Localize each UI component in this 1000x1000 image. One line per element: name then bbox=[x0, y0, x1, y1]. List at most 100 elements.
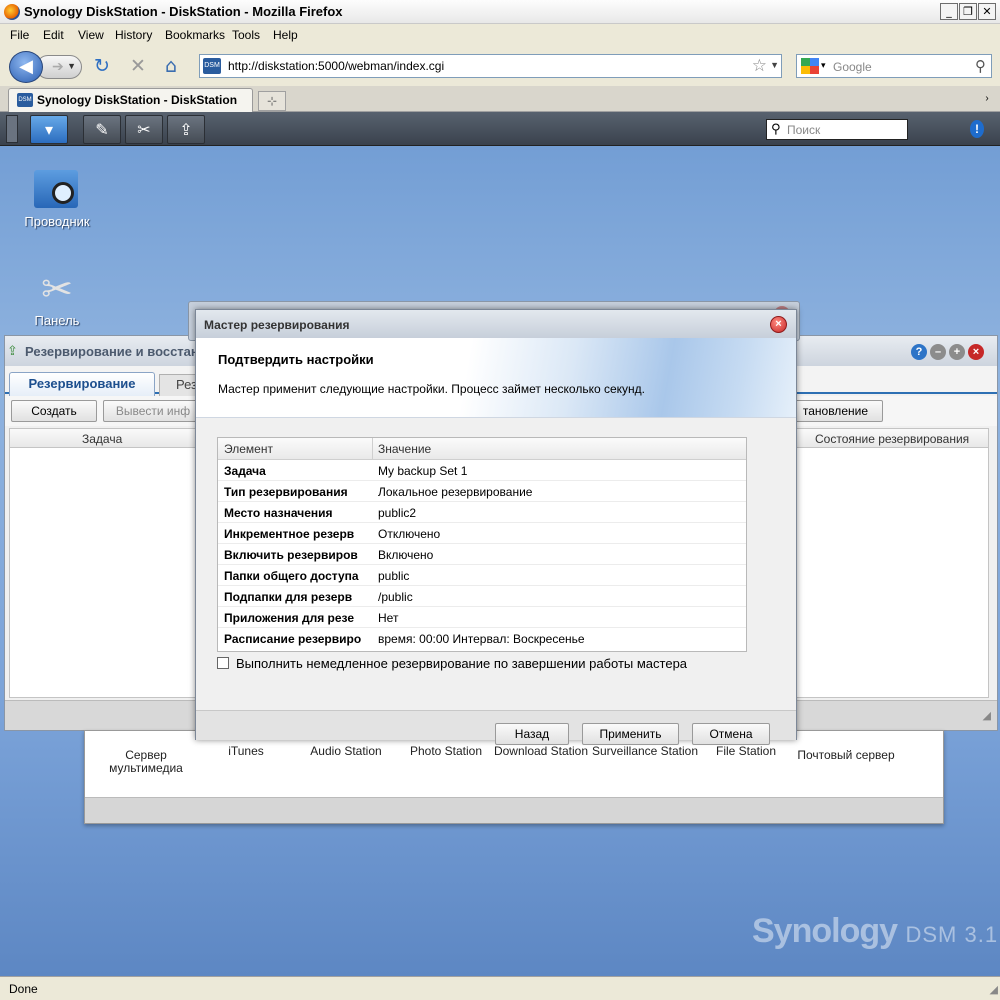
table-row: Подпапки для резерв/public bbox=[218, 586, 746, 607]
main-menu-button[interactable]: ▾ bbox=[30, 115, 68, 144]
reload-icon[interactable]: ↻ bbox=[94, 55, 110, 77]
notification-icon[interactable]: ! bbox=[970, 120, 984, 138]
resize-grip-icon[interactable]: ◢ bbox=[983, 709, 991, 722]
dsm-desktop: ▾ ✎ ✂ ⇪ ⚲ Поиск ! Проводник ✂ Панель ⇪ Р… bbox=[0, 112, 1000, 976]
minimize-icon[interactable]: – bbox=[930, 344, 946, 360]
table-row: Задача My backup Set 1 bbox=[218, 460, 746, 481]
menu-item-download-station[interactable]: Download Station bbox=[491, 745, 591, 758]
tab-restore[interactable]: Рез bbox=[159, 374, 199, 396]
status-bar: Done ◢ bbox=[0, 976, 1000, 1000]
search-icon[interactable]: ⚲ bbox=[975, 57, 986, 75]
immediate-backup-label[interactable]: Выполнить немедленное резервирование по … bbox=[236, 656, 687, 671]
dsm-search-placeholder: Поиск bbox=[787, 123, 821, 137]
main-menu-footer bbox=[85, 797, 943, 823]
restore-button[interactable]: тановление bbox=[787, 400, 883, 422]
desktop-icon-label: Панель bbox=[34, 313, 80, 328]
tab-backup[interactable]: Резервирование bbox=[9, 372, 155, 396]
home-icon[interactable]: ⌂ bbox=[165, 55, 177, 77]
cancel-button[interactable]: Отмена bbox=[692, 723, 770, 745]
wizard-header: Мастер резервирования × bbox=[196, 310, 796, 338]
apply-button[interactable]: Применить bbox=[582, 723, 679, 745]
navigation-toolbar: ➔ ▼ ◀ ↻ ✕ ⌂ DSM http://diskstation:5000/w… bbox=[0, 46, 1000, 86]
menu-bookmarks[interactable]: Bookmarks bbox=[165, 28, 225, 42]
bookmark-star-icon[interactable]: ☆ bbox=[752, 56, 767, 76]
dsm-search-field[interactable]: ⚲ Поиск bbox=[766, 119, 908, 140]
tab-favicon-icon: DSM bbox=[17, 93, 33, 107]
tab-scroll-icon[interactable]: › bbox=[980, 89, 994, 109]
web-search-placeholder: Google bbox=[833, 60, 872, 74]
help-icon[interactable]: ? bbox=[911, 344, 927, 360]
menu-item-media-server[interactable]: Сервер мультимедиа bbox=[91, 749, 201, 775]
menu-help[interactable]: Help bbox=[273, 28, 298, 42]
stop-icon[interactable]: ✕ bbox=[130, 55, 146, 77]
menu-bar: File Edit View History Bookmarks Tools H… bbox=[0, 24, 1000, 46]
menu-edit[interactable]: Edit bbox=[43, 28, 64, 42]
menu-tools[interactable]: Tools bbox=[232, 28, 260, 42]
google-icon[interactable] bbox=[801, 58, 819, 74]
url-dropdown-icon[interactable]: ▼ bbox=[770, 60, 779, 70]
synology-logo: Synology DSM 3.1 bbox=[752, 912, 999, 950]
browser-tab[interactable]: DSM Synology DiskStation - DiskStation bbox=[8, 88, 253, 112]
table-row: Папки общего доступа public bbox=[218, 565, 746, 586]
menu-item-itunes[interactable]: iTunes bbox=[191, 745, 301, 758]
menu-history[interactable]: History bbox=[115, 28, 152, 42]
tab-title: Synology DiskStation - DiskStation bbox=[37, 93, 238, 107]
table-row: Место назначения public2 bbox=[218, 502, 746, 523]
wizard-banner: Подтвердить настройки Мастер применит сл… bbox=[196, 338, 796, 418]
table-row: Включить резервиров Включено bbox=[218, 544, 746, 565]
menu-item-audio-station[interactable]: Audio Station bbox=[291, 745, 401, 758]
menu-view[interactable]: View bbox=[78, 28, 104, 42]
wizard-close-icon[interactable]: × bbox=[770, 316, 787, 333]
back-button[interactable]: ◀ bbox=[9, 51, 43, 83]
desktop-icon-panel[interactable]: ✂ Панель bbox=[7, 267, 107, 328]
summary-table-header: Элемент Значение bbox=[218, 438, 746, 460]
backup-app-small-icon: ⇪ bbox=[7, 343, 18, 358]
close-icon[interactable]: × bbox=[968, 344, 984, 360]
wizard-title: Мастер резервирования bbox=[204, 318, 350, 332]
column-task[interactable]: Задача bbox=[82, 432, 122, 446]
browser-title-bar: Synology DiskStation - DiskStation - Moz… bbox=[0, 0, 1000, 24]
menu-item-file-station[interactable]: File Station bbox=[691, 745, 801, 758]
maximize-icon[interactable]: + bbox=[949, 344, 965, 360]
table-row: Инкрементное резерв Отключено bbox=[218, 523, 746, 544]
immediate-backup-checkbox[interactable] bbox=[217, 657, 229, 669]
menu-file[interactable]: File bbox=[10, 28, 29, 42]
create-button[interactable]: Создать bbox=[11, 400, 97, 422]
backup-window-title: Резервирование и восстан bbox=[25, 344, 199, 359]
column-element: Элемент bbox=[224, 442, 273, 456]
search-engine-dropdown-icon[interactable]: ▾ bbox=[821, 60, 826, 71]
forward-arrow-icon: ➔ bbox=[52, 58, 64, 74]
restore-button[interactable]: ❐ bbox=[959, 3, 977, 20]
menu-item-surveillance-station[interactable]: Surveillance Station bbox=[591, 745, 699, 758]
table-row: Тип резервирования Локальное резервирован… bbox=[218, 481, 746, 502]
menu-item-mail-server[interactable]: Почтовый сервер bbox=[791, 749, 901, 762]
control-panel-tools-icon[interactable]: ✂ bbox=[125, 115, 163, 144]
taskbar-handle bbox=[6, 115, 18, 143]
dsm-search-icon: ⚲ bbox=[771, 122, 781, 137]
status-text: Done bbox=[9, 982, 38, 996]
window-title: Synology DiskStation - DiskStation - Moz… bbox=[24, 4, 343, 19]
desktop-icon-explorer[interactable]: Проводник bbox=[7, 164, 107, 229]
table-row: Расписание резервиро время: 00:00 Интерва… bbox=[224, 632, 585, 646]
resize-grip-icon[interactable]: ◢ bbox=[990, 983, 998, 996]
backup-app-icon[interactable]: ⇪ bbox=[167, 115, 205, 144]
minimize-button[interactable]: _ bbox=[940, 3, 958, 20]
wizard-heading: Подтвердить настройки bbox=[218, 352, 374, 367]
url-text[interactable]: http://diskstation:5000/webman/index.cgi bbox=[228, 59, 444, 73]
history-dropdown-icon[interactable]: ▼ bbox=[67, 61, 76, 71]
tab-strip: DSM Synology DiskStation - DiskStation ⊹… bbox=[0, 86, 1000, 112]
details-button[interactable]: Вывести инф bbox=[103, 400, 203, 422]
wizard-subtitle: Мастер применит следующие настройки. Про… bbox=[218, 382, 645, 396]
column-backup-status[interactable]: Состояние резервирования bbox=[815, 432, 969, 446]
close-window-button[interactable]: ✕ bbox=[978, 3, 996, 20]
address-bar[interactable]: DSM http://diskstation:5000/webman/index… bbox=[199, 54, 782, 78]
dsm-taskbar: ▾ ✎ ✂ ⇪ ⚲ Поиск ! bbox=[0, 112, 1000, 146]
settings-summary-table: Элемент Значение Задача My backup Set 1 Т… bbox=[217, 437, 747, 652]
back-button[interactable]: Назад bbox=[495, 723, 569, 745]
web-search-box[interactable]: ▾ Google ⚲ bbox=[796, 54, 992, 78]
new-tab-button[interactable]: ⊹ bbox=[258, 91, 286, 111]
wizard-wand-icon[interactable]: ✎ bbox=[83, 115, 121, 144]
table-row: Приложения для резе Нет bbox=[218, 607, 746, 628]
menu-item-photo-station[interactable]: Photo Station bbox=[391, 745, 501, 758]
column-value: Значение bbox=[378, 442, 432, 456]
